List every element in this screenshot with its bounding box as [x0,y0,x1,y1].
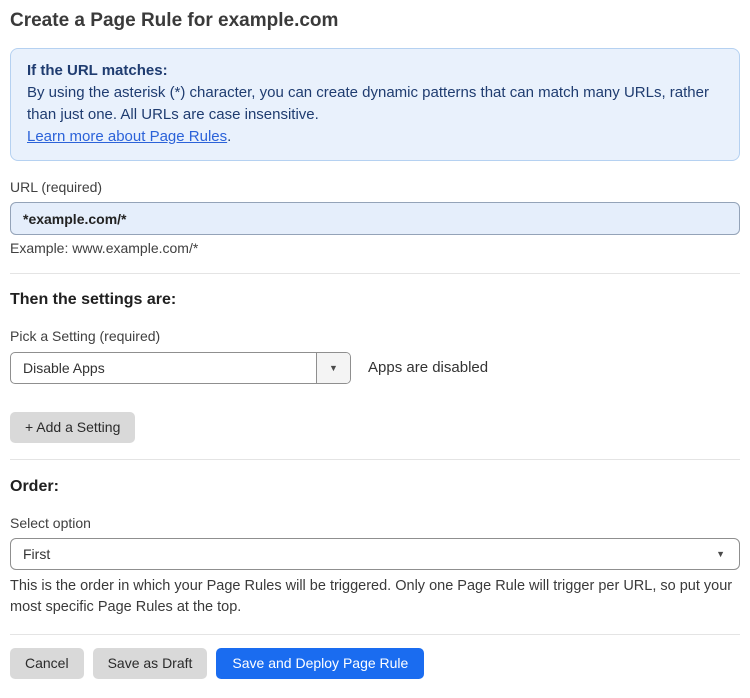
footer-actions: Cancel Save as Draft Save and Deploy Pag… [10,648,740,679]
setting-select-value: Disable Apps [23,360,105,376]
order-select[interactable]: First ▼ [10,538,740,570]
save-and-deploy-button[interactable]: Save and Deploy Page Rule [216,648,425,679]
cancel-button[interactable]: Cancel [10,648,84,679]
url-match-info-box: If the URL matches: By using the asteris… [10,48,740,161]
setting-status-text: Apps are disabled [368,359,489,376]
divider [10,273,740,274]
setting-select[interactable]: Disable Apps ▼ [10,352,351,384]
order-section-heading: Order: [10,478,59,495]
order-select-label: Select option [10,515,91,531]
url-input[interactable] [10,202,740,235]
info-box-body: By using the asterisk (*) character, you… [27,84,709,123]
pick-setting-label: Pick a Setting (required) [10,328,161,344]
caret-down-icon: ▼ [329,362,338,373]
url-label: URL (required) [10,179,103,195]
url-helper-text: Example: www.example.com/* [10,240,199,256]
setting-select-arrow-button[interactable]: ▼ [316,353,350,383]
save-as-draft-button[interactable]: Save as Draft [92,648,208,679]
divider [10,634,740,635]
page-title: Create a Page Rule for example.com [10,10,339,31]
setting-row: Disable Apps ▼ Apps are disabled [10,352,740,384]
link-suffix-text: . [227,128,232,145]
add-setting-button[interactable]: + Add a Setting [10,412,136,443]
divider [10,459,740,460]
info-box-link-line: Learn more about Page Rules. [27,126,723,148]
order-select-value: First [23,546,51,562]
learn-more-link[interactable]: Learn more about Page Rules [27,128,227,145]
create-page-rule-form: Create a Page Rule for example.com If th… [0,9,750,679]
info-box-heading: If the URL matches: [27,62,168,79]
caret-down-icon: ▼ [716,549,725,559]
order-helper-text: This is the order in which your Page Rul… [10,578,733,615]
settings-section-heading: Then the settings are: [10,291,177,308]
